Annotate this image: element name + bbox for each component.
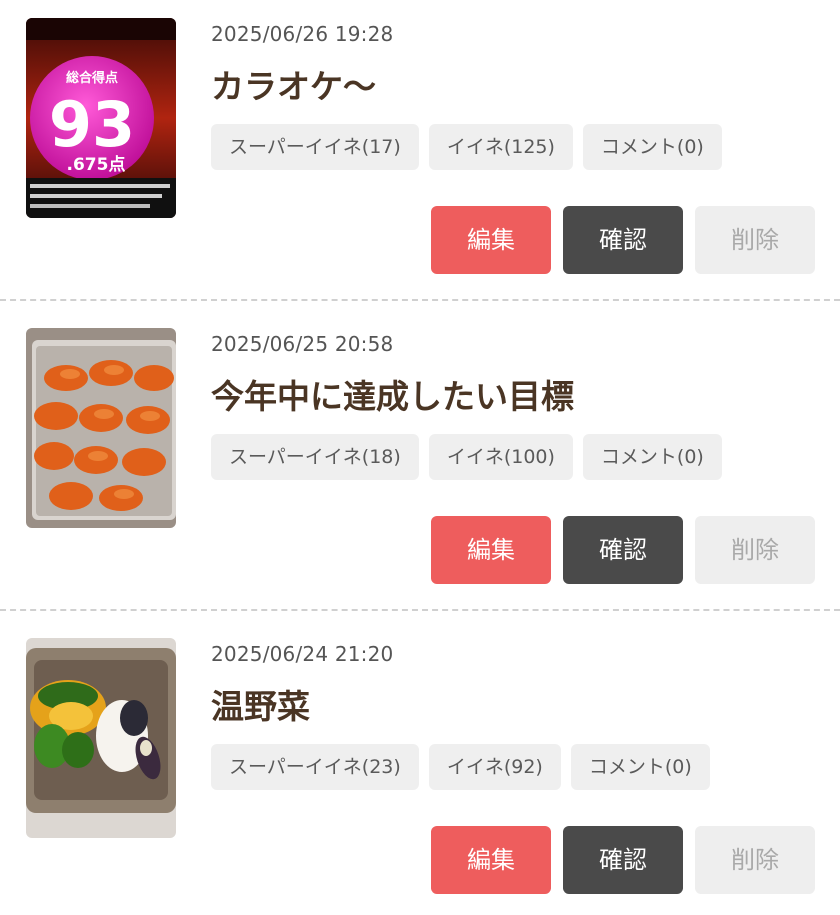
super-like-count[interactable]: スーパーイイネ(18) xyxy=(211,434,419,480)
comment-count[interactable]: コメント(0) xyxy=(570,744,710,790)
post-item: 2025/06/24 21:20 温野菜 スーパーイイネ(23) イイネ(92)… xyxy=(0,620,840,915)
post-item: 総合得点 93 .675点 2025/06/26 19:28 カラオケ〜 スーパ… xyxy=(0,0,840,310)
edit-button[interactable]: 編集 xyxy=(431,516,551,584)
divider xyxy=(0,299,840,301)
reaction-tags: スーパーイイネ(17) イイネ(125) コメント(0) xyxy=(211,124,722,170)
steamed-vegetables-image xyxy=(26,638,176,838)
score-decimal: .675点 xyxy=(67,154,126,175)
carrot-dish-photo[interactable] xyxy=(26,328,176,528)
post-actions: 編集 確認 削除 xyxy=(431,516,815,584)
comment-count[interactable]: コメント(0) xyxy=(582,434,722,480)
reaction-tags: スーパーイイネ(18) イイネ(100) コメント(0) xyxy=(211,434,722,480)
confirm-button[interactable]: 確認 xyxy=(563,826,683,894)
karaoke-score-image: 総合得点 93 .675点 xyxy=(26,18,176,218)
edit-button[interactable]: 編集 xyxy=(431,206,551,274)
delete-button[interactable]: 削除 xyxy=(695,826,815,894)
confirm-button[interactable]: 確認 xyxy=(563,516,683,584)
reaction-tags: スーパーイイネ(23) イイネ(92) コメント(0) xyxy=(211,744,710,790)
confirm-button[interactable]: 確認 xyxy=(563,206,683,274)
post-actions: 編集 確認 削除 xyxy=(431,206,815,274)
edit-button[interactable]: 編集 xyxy=(431,826,551,894)
like-count[interactable]: イイネ(100) xyxy=(428,434,573,480)
super-like-count[interactable]: スーパーイイネ(23) xyxy=(211,744,419,790)
divider xyxy=(0,609,840,611)
post-title[interactable]: カラオケ〜 xyxy=(211,60,376,108)
post-actions: 編集 確認 削除 xyxy=(431,826,815,894)
post-date: 2025/06/25 20:58 xyxy=(211,332,394,356)
post-item: 2025/06/25 20:58 今年中に達成したい目標 スーパーイイネ(18)… xyxy=(0,310,840,620)
post-title[interactable]: 今年中に達成したい目標 xyxy=(211,370,574,418)
like-count[interactable]: イイネ(125) xyxy=(428,124,573,170)
steamed-vegetables-photo[interactable] xyxy=(26,638,176,838)
like-count[interactable]: イイネ(92) xyxy=(428,744,561,790)
super-like-count[interactable]: スーパーイイネ(17) xyxy=(211,124,419,170)
post-date: 2025/06/26 19:28 xyxy=(211,22,394,46)
delete-button[interactable]: 削除 xyxy=(695,516,815,584)
post-title[interactable]: 温野菜 xyxy=(211,680,310,728)
carrot-dish-image xyxy=(26,328,176,528)
post-date: 2025/06/24 21:20 xyxy=(211,642,394,666)
score-label: 総合得点 xyxy=(66,70,118,86)
karaoke-score-photo[interactable]: 総合得点 93 .675点 xyxy=(26,18,176,218)
score-value: 93 xyxy=(49,88,135,161)
comment-count[interactable]: コメント(0) xyxy=(582,124,722,170)
delete-button[interactable]: 削除 xyxy=(695,206,815,274)
